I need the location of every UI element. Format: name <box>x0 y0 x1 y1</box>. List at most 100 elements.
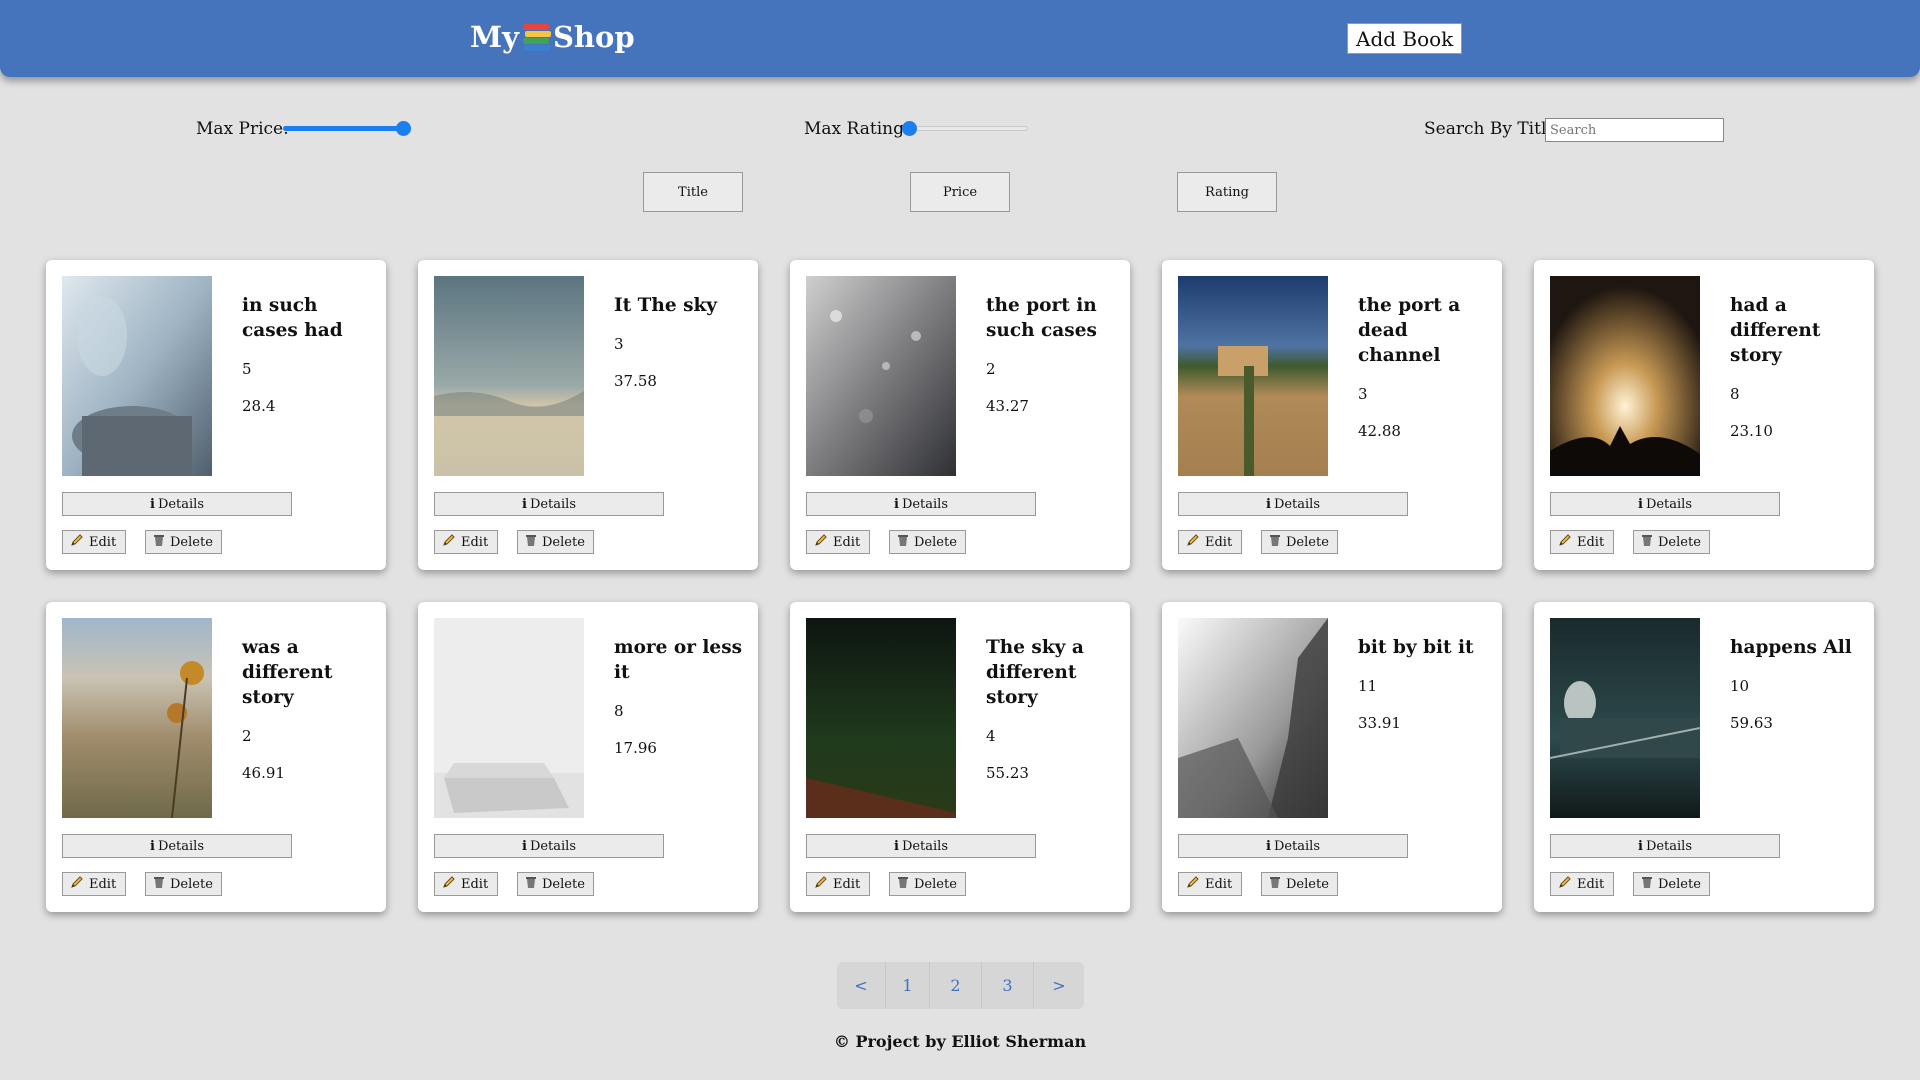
delete-label: Delete <box>1286 876 1329 892</box>
book-card: It The sky 3 37.58 i Details Edit Delete <box>418 260 758 570</box>
delete-label: Delete <box>542 876 585 892</box>
book-title: The sky a different story <box>986 637 1084 708</box>
book-rating: 3 <box>614 335 624 353</box>
prev-page-link[interactable]: < <box>837 962 886 1009</box>
edit-button[interactable]: Edit <box>1550 872 1614 896</box>
delete-button[interactable]: Delete <box>1261 872 1338 896</box>
book-title: the port in such cases <box>986 295 1097 341</box>
details-label: Details <box>1273 838 1321 854</box>
details-button[interactable]: i Details <box>434 492 664 516</box>
delete-button[interactable]: Delete <box>1633 530 1710 554</box>
book-card: in such cases had 5 28.4 i Details Edit Delete <box>46 260 386 570</box>
edit-button[interactable]: Edit <box>434 530 498 554</box>
edit-button[interactable]: Edit <box>62 530 126 554</box>
max-rating-slider-thumb[interactable] <box>902 121 917 136</box>
book-info: bit by bit it 11 33.91 <box>1358 635 1493 734</box>
book-price: 37.58 <box>614 372 657 390</box>
book-title: had a different story <box>1730 295 1821 366</box>
details-button[interactable]: i Details <box>806 834 1036 858</box>
details-label: Details <box>1273 496 1321 512</box>
trash-icon <box>1641 875 1653 893</box>
delete-label: Delete <box>914 876 957 892</box>
pencil-icon <box>814 533 828 551</box>
edit-label: Edit <box>1577 876 1605 892</box>
delete-button[interactable]: Delete <box>1633 872 1710 896</box>
delete-button[interactable]: Delete <box>889 872 966 896</box>
search-input[interactable] <box>1545 118 1724 142</box>
delete-button[interactable]: Delete <box>889 530 966 554</box>
book-title: was a different story <box>242 637 333 708</box>
details-label: Details <box>1645 838 1693 854</box>
concert-thumbnail <box>1550 276 1700 476</box>
edit-button[interactable]: Edit <box>1178 530 1242 554</box>
sort-rating-button[interactable]: Rating <box>1177 172 1277 212</box>
delete-button[interactable]: Delete <box>145 530 222 554</box>
delete-button[interactable]: Delete <box>517 530 594 554</box>
delete-button[interactable]: Delete <box>517 872 594 896</box>
details-button[interactable]: i Details <box>806 492 1036 516</box>
book-price: 55.23 <box>986 764 1029 782</box>
trash-icon <box>525 533 537 551</box>
page-2-link[interactable]: 2 <box>930 962 982 1009</box>
pagination: < 1 2 3 > <box>837 962 1084 1009</box>
trash-icon <box>897 875 909 893</box>
book-title: It The sky <box>614 295 718 316</box>
book-rating: 2 <box>986 360 996 378</box>
book-info: was a different story 2 46.91 <box>242 635 377 784</box>
next-page-link[interactable]: > <box>1034 962 1084 1009</box>
info-icon: i <box>1637 838 1643 854</box>
book-rating: 3 <box>1358 385 1368 403</box>
details-button[interactable]: i Details <box>434 834 664 858</box>
info-icon: i <box>521 838 527 854</box>
delete-button[interactable]: Delete <box>1261 530 1338 554</box>
max-price-label: Max Price: <box>196 119 289 139</box>
landscape-thumbnail <box>1178 276 1328 476</box>
details-label: Details <box>901 838 949 854</box>
book-info: in such cases had 5 28.4 <box>242 293 377 417</box>
book-price: 17.96 <box>614 739 657 757</box>
details-button[interactable]: i Details <box>1178 492 1408 516</box>
details-label: Details <box>529 496 577 512</box>
search-label: Search By Title: <box>1424 119 1563 139</box>
edit-button[interactable]: Edit <box>806 530 870 554</box>
add-book-button[interactable]: Add Book <box>1347 23 1463 54</box>
book-price: 42.88 <box>1358 422 1401 440</box>
edit-button[interactable]: Edit <box>434 872 498 896</box>
sort-title-button[interactable]: Title <box>643 172 743 212</box>
footer-credit: © Project by Elliot Sherman <box>833 1032 1087 1051</box>
details-button[interactable]: i Details <box>1550 492 1780 516</box>
details-button[interactable]: i Details <box>1178 834 1408 858</box>
book-info: The sky a different story 4 55.23 <box>986 635 1121 784</box>
page-1-link[interactable]: 1 <box>886 962 930 1009</box>
edit-button[interactable]: Edit <box>1178 872 1242 896</box>
night-sky-thumbnail <box>806 618 956 818</box>
edit-button[interactable]: Edit <box>62 872 126 896</box>
rain-thumbnail <box>806 276 956 476</box>
info-icon: i <box>521 496 527 512</box>
book-title: in such cases had <box>242 295 343 341</box>
book-price: 46.91 <box>242 764 285 782</box>
edit-label: Edit <box>833 534 861 550</box>
sort-price-button[interactable]: Price <box>910 172 1010 212</box>
delete-button[interactable]: Delete <box>145 872 222 896</box>
book-price: 59.63 <box>1730 714 1773 732</box>
trash-icon <box>1641 533 1653 551</box>
info-icon: i <box>1265 838 1271 854</box>
book-info: more or less it 8 17.96 <box>614 635 749 759</box>
details-button[interactable]: i Details <box>1550 834 1780 858</box>
pencil-icon <box>1558 875 1572 893</box>
delete-label: Delete <box>1286 534 1329 550</box>
trash-icon <box>897 533 909 551</box>
details-button[interactable]: i Details <box>62 834 292 858</box>
book-rating: 11 <box>1358 677 1378 695</box>
trash-icon <box>153 875 165 893</box>
info-icon: i <box>1637 496 1643 512</box>
page-3-link[interactable]: 3 <box>982 962 1034 1009</box>
details-label: Details <box>157 496 205 512</box>
app-logo[interactable]: My Shop <box>470 20 635 54</box>
edit-button[interactable]: Edit <box>1550 530 1614 554</box>
details-button[interactable]: i Details <box>62 492 292 516</box>
book-rating: 5 <box>242 360 252 378</box>
max-price-slider-thumb[interactable] <box>396 121 411 136</box>
edit-button[interactable]: Edit <box>806 872 870 896</box>
